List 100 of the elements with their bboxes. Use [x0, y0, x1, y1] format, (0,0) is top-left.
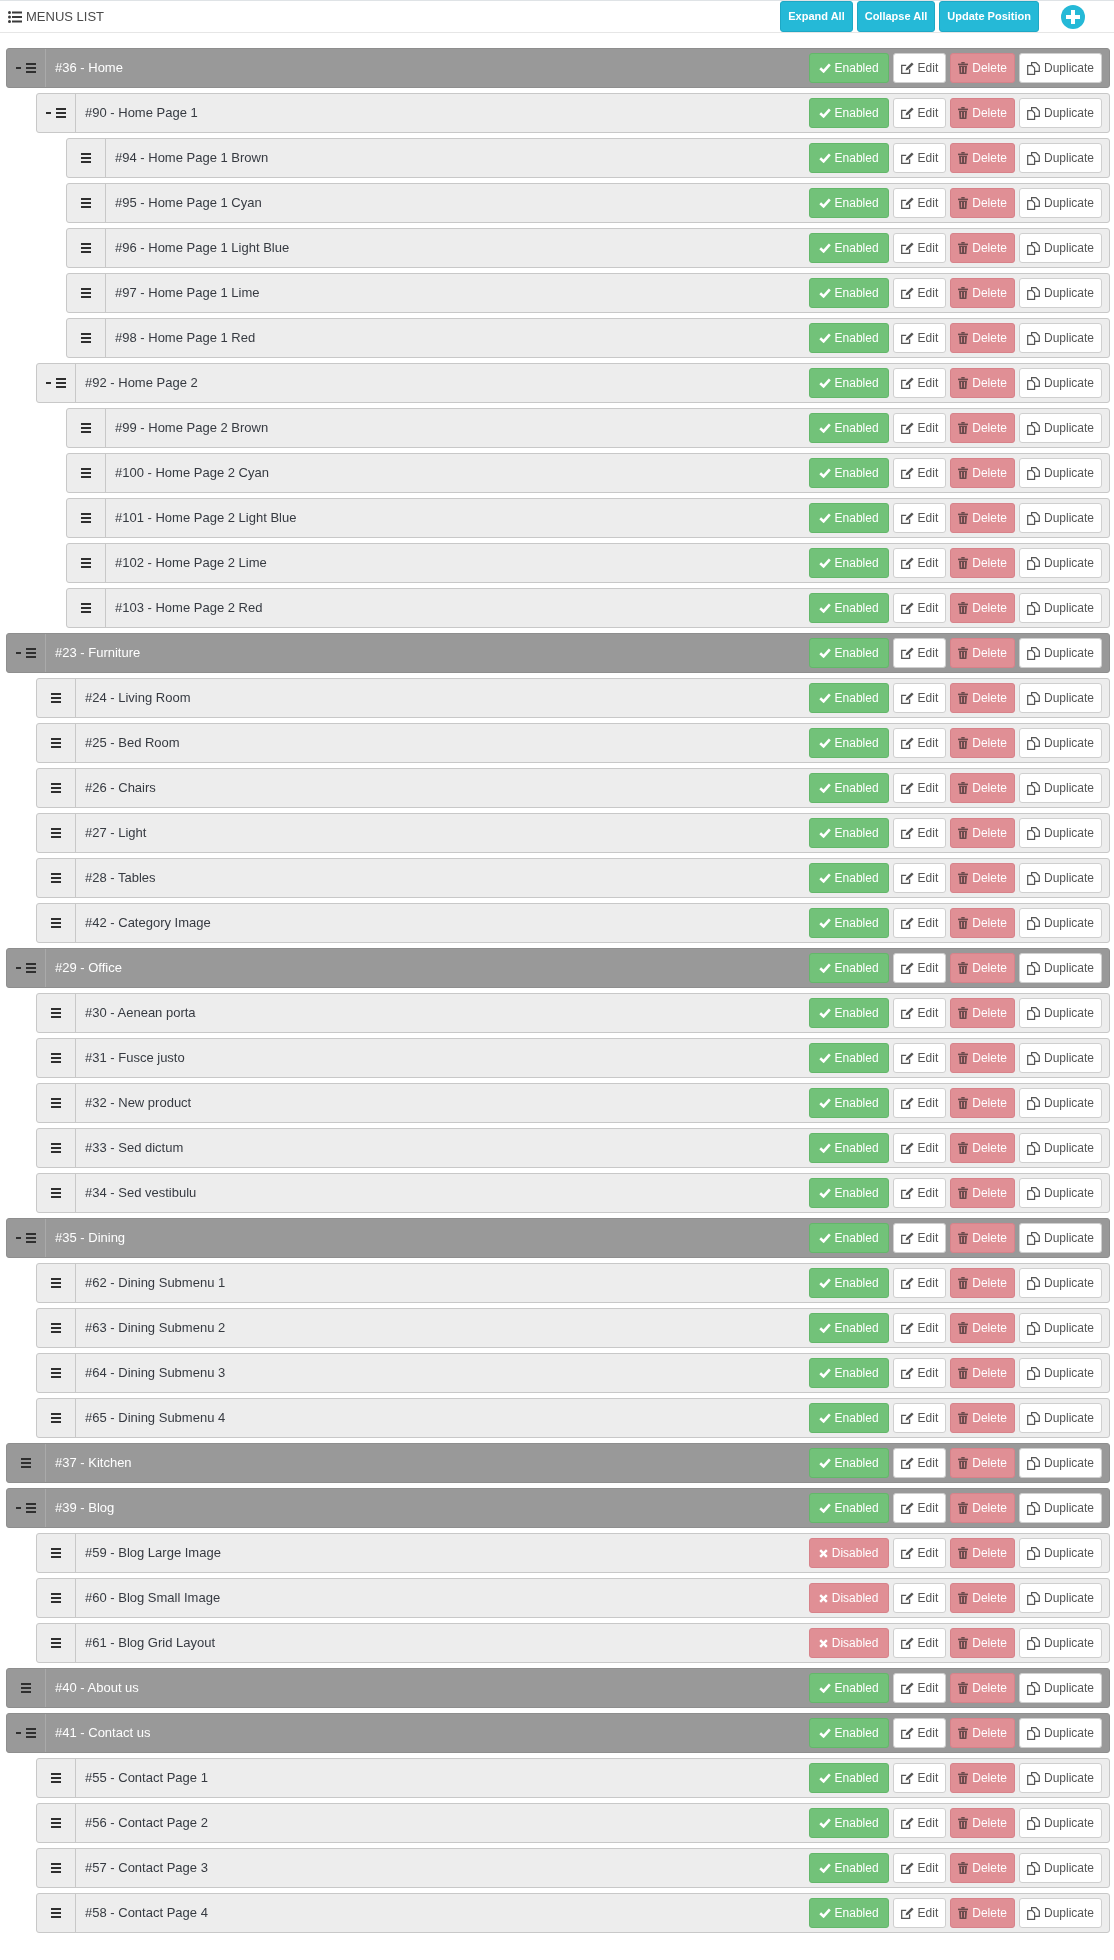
edit-button[interactable]: Edit — [892, 773, 947, 803]
duplicate-button[interactable]: Duplicate — [1018, 233, 1102, 263]
duplicate-button[interactable]: Duplicate — [1018, 1853, 1102, 1883]
duplicate-button[interactable]: Duplicate — [1018, 98, 1102, 128]
edit-button[interactable]: Edit — [892, 908, 947, 938]
delete-button[interactable]: Delete — [950, 1853, 1015, 1883]
delete-button[interactable]: Delete — [950, 1898, 1015, 1928]
status-button[interactable]: Enabled — [808, 1223, 889, 1253]
edit-button[interactable]: Edit — [892, 1358, 947, 1388]
delete-button[interactable]: Delete — [950, 638, 1015, 668]
delete-button[interactable]: Delete — [950, 1043, 1015, 1073]
delete-button[interactable]: Delete — [950, 1493, 1015, 1523]
edit-button[interactable]: Edit — [892, 1133, 947, 1163]
edit-button[interactable]: Edit — [892, 1268, 947, 1298]
duplicate-button[interactable]: Duplicate — [1018, 818, 1102, 848]
edit-button[interactable]: Edit — [892, 458, 947, 488]
duplicate-button[interactable]: Duplicate — [1018, 683, 1102, 713]
duplicate-button[interactable]: Duplicate — [1018, 1268, 1102, 1298]
duplicate-button[interactable]: Duplicate — [1018, 503, 1102, 533]
bars-icon[interactable] — [81, 603, 91, 613]
duplicate-button[interactable]: Duplicate — [1018, 413, 1102, 443]
bars-icon[interactable] — [51, 1188, 61, 1198]
bars-icon[interactable] — [51, 1278, 61, 1288]
bars-icon[interactable] — [51, 1053, 61, 1063]
edit-button[interactable]: Edit — [892, 413, 947, 443]
delete-button[interactable]: Delete — [950, 1673, 1015, 1703]
bars-icon[interactable] — [51, 783, 61, 793]
delete-button[interactable]: Delete — [950, 323, 1015, 353]
delete-button[interactable]: Delete — [950, 233, 1015, 263]
status-button[interactable]: Enabled — [808, 1043, 889, 1073]
duplicate-button[interactable]: Duplicate — [1018, 1313, 1102, 1343]
delete-button[interactable]: Delete — [950, 278, 1015, 308]
delete-button[interactable]: Delete — [950, 1223, 1015, 1253]
duplicate-button[interactable]: Duplicate — [1018, 143, 1102, 173]
status-button[interactable]: Enabled — [808, 1448, 889, 1478]
delete-button[interactable]: Delete — [950, 1268, 1015, 1298]
bars-icon[interactable] — [51, 1818, 61, 1828]
duplicate-button[interactable]: Duplicate — [1018, 638, 1102, 668]
duplicate-button[interactable]: Duplicate — [1018, 1133, 1102, 1163]
delete-button[interactable]: Delete — [950, 503, 1015, 533]
status-button[interactable]: Enabled — [808, 233, 889, 263]
edit-button[interactable]: Edit — [892, 233, 947, 263]
duplicate-button[interactable]: Duplicate — [1018, 1628, 1102, 1658]
bars-icon[interactable] — [51, 1098, 61, 1108]
delete-button[interactable]: Delete — [950, 998, 1015, 1028]
duplicate-button[interactable]: Duplicate — [1018, 908, 1102, 938]
bars-icon[interactable] — [51, 693, 61, 703]
bars-icon[interactable] — [51, 738, 61, 748]
status-button[interactable]: Enabled — [808, 818, 889, 848]
status-button[interactable]: Enabled — [808, 368, 889, 398]
edit-button[interactable]: Edit — [892, 548, 947, 578]
edit-button[interactable]: Edit — [892, 1448, 947, 1478]
status-button[interactable]: Enabled — [808, 98, 889, 128]
duplicate-button[interactable]: Duplicate — [1018, 1898, 1102, 1928]
status-button[interactable]: Enabled — [808, 1088, 889, 1118]
status-button[interactable]: Enabled — [808, 1178, 889, 1208]
status-button[interactable]: Enabled — [808, 458, 889, 488]
status-button[interactable]: Enabled — [808, 278, 889, 308]
delete-button[interactable]: Delete — [950, 53, 1015, 83]
status-button[interactable]: Enabled — [808, 683, 889, 713]
bars-icon[interactable] — [51, 918, 61, 928]
duplicate-button[interactable]: Duplicate — [1018, 188, 1102, 218]
duplicate-button[interactable]: Duplicate — [1018, 953, 1102, 983]
delete-button[interactable]: Delete — [950, 1403, 1015, 1433]
edit-button[interactable]: Edit — [892, 368, 947, 398]
bars-icon[interactable] — [26, 1233, 36, 1243]
delete-button[interactable]: Delete — [950, 773, 1015, 803]
edit-button[interactable]: Edit — [892, 1718, 947, 1748]
duplicate-button[interactable]: Duplicate — [1018, 278, 1102, 308]
status-button[interactable]: Enabled — [808, 1358, 889, 1388]
status-button[interactable]: Enabled — [808, 1808, 889, 1838]
edit-button[interactable]: Edit — [892, 1763, 947, 1793]
edit-button[interactable]: Edit — [892, 593, 947, 623]
edit-button[interactable]: Edit — [892, 998, 947, 1028]
edit-button[interactable]: Edit — [892, 503, 947, 533]
bars-icon[interactable] — [51, 1368, 61, 1378]
status-button[interactable]: Enabled — [808, 773, 889, 803]
edit-button[interactable]: Edit — [892, 98, 947, 128]
edit-button[interactable]: Edit — [892, 728, 947, 758]
delete-button[interactable]: Delete — [950, 593, 1015, 623]
bars-icon[interactable] — [26, 1503, 36, 1513]
status-button[interactable]: Disabled — [808, 1583, 889, 1613]
bars-icon[interactable] — [26, 648, 36, 658]
status-button[interactable]: Enabled — [808, 1133, 889, 1163]
duplicate-button[interactable]: Duplicate — [1018, 1223, 1102, 1253]
duplicate-button[interactable]: Duplicate — [1018, 323, 1102, 353]
edit-button[interactable]: Edit — [892, 1898, 947, 1928]
bars-icon[interactable] — [51, 1008, 61, 1018]
delete-button[interactable]: Delete — [950, 818, 1015, 848]
edit-button[interactable]: Edit — [892, 1538, 947, 1568]
duplicate-button[interactable]: Duplicate — [1018, 1448, 1102, 1478]
edit-button[interactable]: Edit — [892, 1223, 947, 1253]
edit-button[interactable]: Edit — [892, 1088, 947, 1118]
bars-icon[interactable] — [56, 108, 66, 118]
status-button[interactable]: Enabled — [808, 728, 889, 758]
edit-button[interactable]: Edit — [892, 1583, 947, 1613]
duplicate-button[interactable]: Duplicate — [1018, 773, 1102, 803]
bars-icon[interactable] — [81, 423, 91, 433]
bars-icon[interactable] — [26, 963, 36, 973]
status-button[interactable]: Enabled — [808, 998, 889, 1028]
